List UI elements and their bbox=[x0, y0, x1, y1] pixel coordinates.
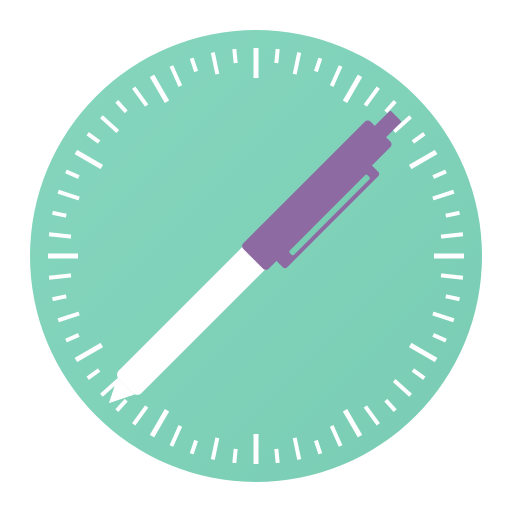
dial-tick bbox=[52, 210, 67, 218]
dial-tick bbox=[445, 294, 460, 302]
dial-tick bbox=[48, 273, 72, 280]
app-icon bbox=[0, 0, 512, 512]
dial-tick bbox=[440, 232, 464, 239]
dial-tick bbox=[274, 448, 280, 464]
dial-tick bbox=[232, 448, 238, 464]
compass-dial-pen-icon bbox=[30, 30, 482, 482]
dial-tick bbox=[274, 48, 280, 64]
dial-tick bbox=[52, 294, 67, 302]
dial-tick bbox=[232, 48, 238, 64]
dial-tick bbox=[445, 210, 460, 218]
dial-tick bbox=[48, 232, 72, 239]
dial-tick bbox=[440, 273, 464, 280]
